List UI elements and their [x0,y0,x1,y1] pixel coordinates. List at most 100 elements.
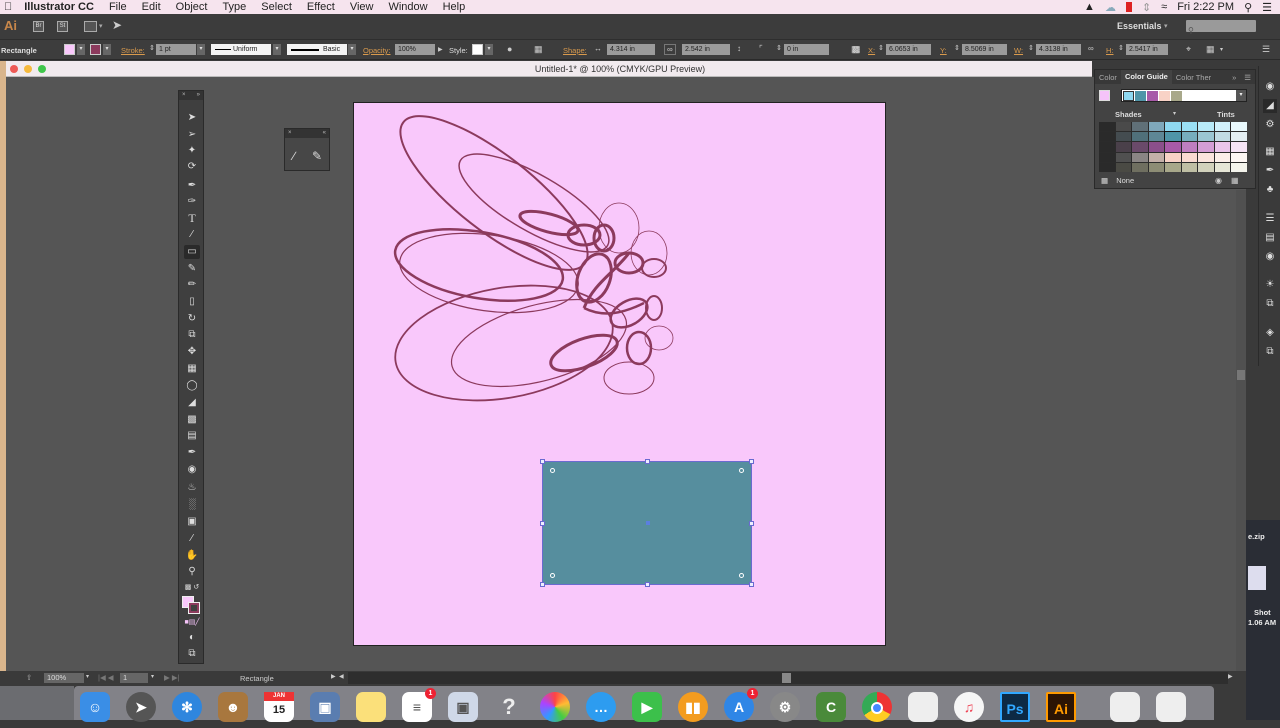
zoom-level-input[interactable]: 100% [44,673,84,683]
dock-help[interactable]: ? [494,692,524,722]
color-variation-swatch[interactable] [1198,142,1214,152]
dock-calendar[interactable]: JAN 15 [264,692,294,722]
desktop-file-label[interactable]: Shot [1254,608,1271,617]
stepper-icon[interactable]: ⇕ [776,44,782,52]
dock-illustrator[interactable]: Ai [1046,692,1076,722]
rotate-tool[interactable]: ↻ [184,312,200,326]
menu-view[interactable]: View [350,1,374,13]
dock-itunes[interactable]: ♫ [954,692,984,722]
dock-facetime[interactable]: ▶ [632,692,662,722]
gradient-panel-icon[interactable]: ▤ [1263,231,1277,245]
close-icon[interactable]: × [288,129,292,138]
curvature-tool[interactable]: ✑ [184,195,200,209]
stroke-panel-icon[interactable]: ☰ [1263,212,1277,226]
y-input[interactable]: 8.5069 in [962,44,1007,55]
workspace-switcher[interactable]: Essentials [1117,21,1162,31]
current-tool-status[interactable]: Rectangle [240,674,274,683]
color-variation-swatch[interactable] [1132,122,1148,132]
live-corner-widget[interactable] [550,573,555,578]
profile-dropdown[interactable]: ▾ [273,44,281,55]
harmony-swatch[interactable] [1159,91,1170,101]
color-variation-swatch[interactable] [1132,162,1148,172]
selected-rectangle[interactable] [540,459,754,587]
dock-safari[interactable]: ✻ [172,692,202,722]
screenshot-thumbnail[interactable] [1248,566,1266,590]
brushes-panel-icon[interactable]: ✒ [1263,164,1277,178]
color-variation-swatch[interactable] [1181,152,1198,162]
dock-trash[interactable] [1156,692,1186,722]
gradient-tool[interactable]: ▤ [184,429,200,443]
bluetooth-icon[interactable]: ⇕ [1142,1,1151,14]
variable-width-profile[interactable]: Uniform [211,44,271,55]
transparency-panel-icon[interactable]: ◉ [1263,250,1277,264]
color-variation-swatch[interactable] [1165,152,1181,162]
bounding-handle[interactable] [749,521,754,526]
isolate-icon[interactable]: ▦ [1206,44,1215,55]
stroke-color-box[interactable] [188,602,200,614]
dock-camtasia[interactable]: C [816,692,846,722]
stock-icon[interactable]: St [57,21,68,32]
edit-colors-icon[interactable]: ◉ [1215,176,1222,185]
rectangle-tool[interactable]: ▭ [184,245,200,259]
drive-icon[interactable]: ▲ [1084,1,1095,13]
notification-center-icon[interactable]: ☰ [1262,1,1272,14]
bounding-handle[interactable] [540,521,545,526]
tab-color-themes[interactable]: Color Ther [1172,73,1215,82]
menu-file[interactable]: File [109,1,127,13]
magic-wand-tool[interactable]: ✦ [184,144,200,158]
dock-launchpad[interactable]: ➤ [126,692,156,722]
eyedropper-tool[interactable]: ✒ [184,446,200,460]
color-variation-swatch[interactable] [1231,122,1247,132]
harmony-swatch[interactable] [1171,91,1182,101]
color-variation-swatch[interactable] [1115,152,1132,162]
vertical-scrollbar[interactable] [1236,190,1246,671]
line-segment-tool[interactable]: ∕ [184,228,200,242]
color-variation-swatch[interactable] [1132,142,1148,152]
fill-swatch[interactable] [64,44,75,55]
chevron-down-icon[interactable]: ▾ [1220,46,1223,53]
constrain-link-icon[interactable]: ∞ [664,44,676,55]
color-mode-icons[interactable]: ■▤╱ [184,616,200,630]
color-variation-swatch[interactable] [1198,162,1214,172]
direct-selection-tool[interactable]: ➢ [184,128,200,142]
toolbox-header[interactable]: ×» [179,91,203,100]
menu-type[interactable]: Type [222,1,246,13]
h-label[interactable]: H: [1106,46,1114,55]
symbol-sprayer-tool[interactable]: ♨ [184,481,200,495]
share-icon[interactable]: ⇧ [26,673,32,682]
app-menu[interactable]: Illustrator CC [24,1,94,13]
dock-photos[interactable] [540,692,570,722]
color-variation-swatch[interactable] [1231,132,1247,142]
slice-tool[interactable]: ∕ [184,532,200,546]
layers-panel-icon[interactable]: ◈ [1263,326,1277,340]
stroke-dropdown[interactable]: ▾ [103,44,111,55]
color-panel-icon[interactable]: ◉ [1263,80,1277,94]
transform-icon[interactable]: ⌖ [1186,44,1191,55]
color-variation-swatch[interactable] [1099,142,1115,152]
stepper-icon[interactable]: ⇕ [954,44,960,52]
color-variation-swatch[interactable] [1099,162,1115,172]
zoom-dropdown[interactable]: ▾ [86,673,89,680]
color-variation-swatch[interactable] [1231,142,1247,152]
expand-icon[interactable]: » [197,91,200,100]
stroke-label[interactable]: Stroke: [121,46,145,55]
search-input[interactable]: ⚲ [1186,20,1256,35]
base-color-swatch[interactable] [1099,90,1110,101]
wifi-icon[interactable]: ≈ [1161,1,1167,13]
arrange-documents-icon[interactable] [84,21,97,32]
artboard-number-input[interactable]: 1 [120,673,148,683]
menu-object[interactable]: Object [176,1,208,13]
scroll-thumb[interactable] [782,673,791,683]
color-variation-swatch[interactable] [1214,162,1231,172]
dock-chrome[interactable] [862,692,892,722]
default-colors-icon[interactable]: ▩ ↺ [184,581,200,595]
horizontal-scrollbar[interactable] [348,672,1228,684]
color-guide-panel-icon[interactable]: ◢ [1263,99,1277,113]
panel-menu-icon[interactable]: ☰ [1262,44,1270,55]
blob-brush-tool[interactable]: ✎ [312,149,322,163]
color-variation-swatch[interactable] [1148,142,1165,152]
live-corner-widget[interactable] [739,573,744,578]
shape-height-input[interactable]: 2.542 in [682,44,730,55]
color-variation-swatch[interactable] [1132,132,1148,142]
dock-app-store[interactable]: A1 [724,688,758,722]
